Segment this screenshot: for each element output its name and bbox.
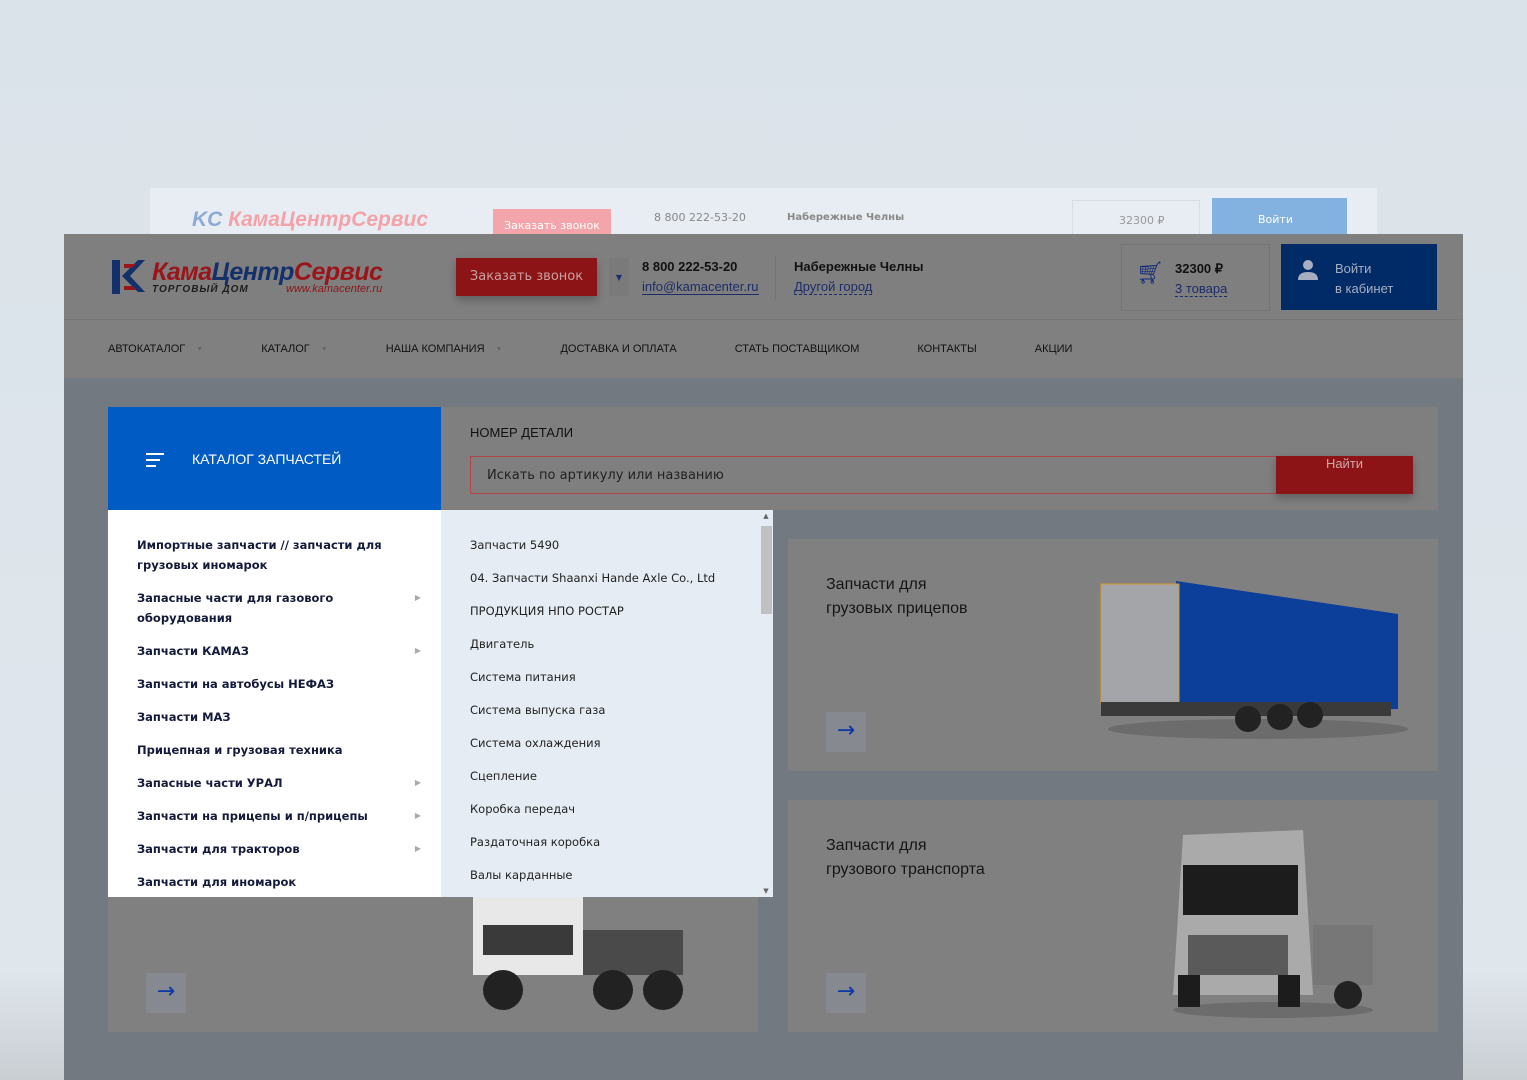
cart-button[interactable]: 🛒︎ 32300 ₽ 3 товара (1121, 244, 1270, 311)
arrow-right-icon[interactable]: → (826, 712, 866, 752)
trailer-image (1100, 581, 1408, 739)
category-card-trailers[interactable]: Запчасти для грузовых прицепов → (788, 539, 1438, 771)
submenu-item[interactable]: Коробка передач (441, 799, 773, 832)
menu-item[interactable]: Запчасти МАЗ (108, 707, 441, 727)
menu-item[interactable]: Запчасти для иномарок (108, 872, 441, 892)
cart-total: 32300 ₽ (1175, 261, 1224, 276)
ghost-logo: KC КамаЦентрСервис (192, 208, 429, 231)
ghost-login: Войти (1212, 198, 1347, 234)
truck-image (1173, 830, 1373, 1018)
cart-icon: 🛒︎ (1136, 261, 1164, 286)
divider (775, 256, 776, 300)
caret-down-icon: ▼ (615, 273, 623, 282)
login-button[interactable]: Войти в кабинет (1281, 244, 1437, 310)
kamaz-truck-image (473, 895, 683, 1010)
user-icon (1298, 260, 1318, 280)
catalog-title: КАТАЛОГ ЗАПЧАСТЕЙ (192, 451, 342, 467)
caret-down-icon: ▼ (320, 345, 328, 353)
scrollbar-thumb[interactable] (761, 526, 772, 614)
request-call-button[interactable]: Заказать звонок (456, 258, 597, 296)
submenu-item[interactable]: Запчасти 5490 (441, 535, 773, 568)
chevron-right-icon: ▶ (414, 593, 421, 602)
current-city: Набережные Челны (794, 259, 924, 274)
menu-item[interactable]: Запчасти на прицепы и п/прицепы ▶ (108, 806, 441, 826)
menu-item[interactable]: Запчасти КАМАЗ ▶ (108, 641, 441, 661)
menu-icon (146, 453, 164, 471)
chevron-right-icon: ▶ (414, 778, 421, 787)
chevron-right-icon: ▶ (414, 646, 421, 655)
chevron-right-icon: ▶ (414, 811, 421, 820)
site-screen: КамаЦентрСервис ТОРГОВЫЙ ДОМ www.kamacen… (64, 234, 1463, 1080)
scroll-up-icon[interactable]: ▲ (759, 512, 773, 520)
submenu-item[interactable]: Валы карданные (441, 865, 773, 898)
submenu-item[interactable]: Система питания (441, 667, 773, 700)
menu-item[interactable]: Запасные части для газового оборудования… (108, 588, 441, 628)
ghost-call-button: Заказать звонок (493, 209, 611, 234)
logo-url: www.kamacenter.ru (286, 283, 383, 295)
change-city-link[interactable]: Другой город (794, 279, 873, 295)
nav-catalog[interactable]: КАТАЛОГ ▼ (261, 343, 328, 355)
submenu-item[interactable]: Система охлаждения (441, 733, 773, 766)
caret-down-icon: ▼ (495, 345, 503, 353)
email-link[interactable]: info@kamacenter.ru (642, 279, 759, 295)
contacts-dropdown-toggle[interactable]: ▼ (609, 258, 629, 296)
submenu-item[interactable]: Раздаточная коробка (441, 832, 773, 865)
catalog-toggle-button[interactable]: КАТАЛОГ ЗАПЧАСТЕЙ (108, 407, 441, 510)
search-button[interactable]: Найти (1276, 456, 1413, 494)
category-card-trucks[interactable]: Запчасти для грузового транспорта → (788, 800, 1438, 1032)
scroll-down-icon[interactable]: ▼ (759, 887, 773, 895)
logo-mark-icon (112, 260, 145, 294)
site-header: КамаЦентрСервис ТОРГОВЫЙ ДОМ www.kamacen… (64, 234, 1463, 320)
ghost-city: Набережные Челны (787, 212, 905, 223)
menu-item[interactable]: Импортные запчасти // запчасти для грузо… (108, 535, 441, 575)
nav-contacts[interactable]: КОНТАКТЫ (917, 343, 976, 355)
arrow-right-icon[interactable]: → (146, 973, 186, 1013)
menu-item[interactable]: Прицепная и грузовая техника (108, 740, 441, 760)
search-label: НОМЕР ДЕТАЛИ (470, 425, 574, 440)
ghost-cart: 32300 ₽ (1072, 200, 1200, 234)
part-search-panel: НОМЕР ДЕТАЛИ Найти (441, 407, 1438, 510)
caret-down-icon: ▼ (196, 345, 204, 353)
menu-item[interactable]: Запчасти на автобусы НЕФАЗ (108, 674, 441, 694)
menu-item[interactable]: Запасные части УРАЛ ▶ (108, 773, 441, 793)
catalog-menu-categories: Импортные запчасти // запчасти для грузо… (108, 510, 441, 897)
nav-autocatalog[interactable]: АВТОКАТАЛОГ ▼ (108, 343, 203, 355)
nav-supplier[interactable]: СТАТЬ ПОСТАВЩИКОМ (735, 343, 860, 355)
main-nav: АВТОКАТАЛОГ ▼ КАТАЛОГ ▼ НАША КОМПАНИЯ ▼ ДОС… (64, 320, 1463, 378)
arrow-right-icon[interactable]: → (826, 973, 866, 1013)
scrollbar[interactable]: ▲ ▼ (759, 510, 773, 897)
menu-item[interactable]: Запчасти для тракторов ▶ (108, 839, 441, 859)
background-header-preview: KC КамаЦентрСервис Заказать звонок 8 800… (150, 188, 1377, 234)
logo[interactable]: КамаЦентрСервис ТОРГОВЫЙ ДОМ www.kamacen… (108, 258, 383, 300)
nav-delivery[interactable]: ДОСТАВКА И ОПЛАТА (560, 343, 676, 355)
nav-company[interactable]: НАША КОМПАНИЯ ▼ (386, 343, 503, 355)
submenu-item[interactable]: ПРОДУКЦИЯ НПО РОСТАР (441, 601, 773, 634)
phone-number[interactable]: 8 800 222-53-20 (642, 259, 737, 274)
submenu-item[interactable]: Система выпуска газа (441, 700, 773, 733)
logo-subtitle: ТОРГОВЫЙ ДОМ (152, 284, 249, 295)
submenu-item[interactable]: Сцепление (441, 766, 773, 799)
nav-promotions[interactable]: АКЦИИ (1035, 343, 1073, 355)
catalog-submenu: Запчасти 5490 04. Запчасти Shaanxi Hande… (441, 510, 773, 897)
cart-count-link[interactable]: 3 товара (1175, 281, 1228, 297)
ghost-phone: 8 800 222-53-20 (654, 211, 746, 224)
submenu-item[interactable]: Двигатель (441, 634, 773, 667)
submenu-item[interactable]: 04. Запчасти Shaanxi Hande Axle Co., Ltd (441, 568, 773, 601)
chevron-right-icon: ▶ (414, 844, 421, 853)
search-input[interactable] (470, 456, 1277, 494)
